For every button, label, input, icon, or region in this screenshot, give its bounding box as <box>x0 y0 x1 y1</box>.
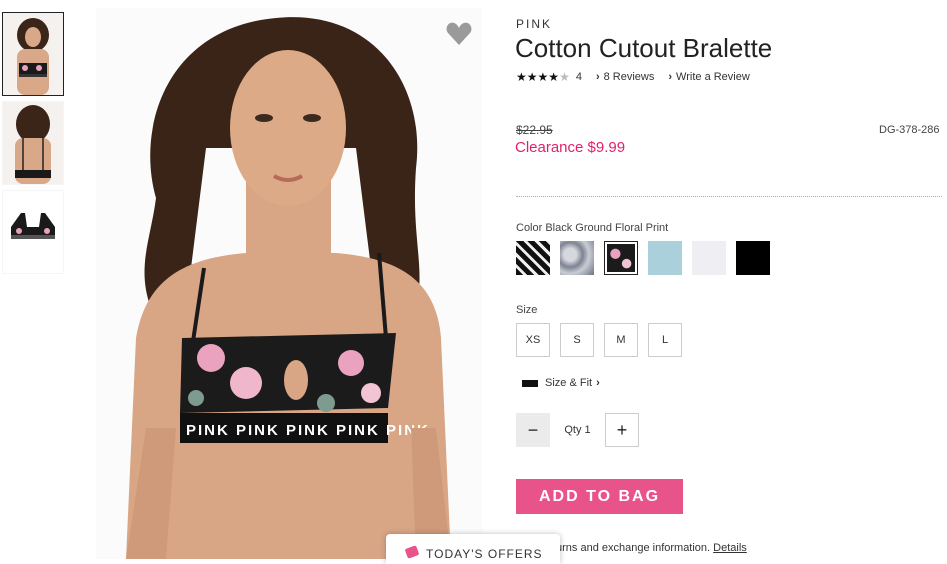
thumbnail-list <box>2 12 66 279</box>
size-fit-link[interactable]: Size & Fit › <box>522 377 600 389</box>
swatch-grey-marble[interactable] <box>560 241 594 275</box>
product-flat-thumbnail <box>3 191 63 273</box>
brand-label: PINK <box>516 17 553 31</box>
minus-icon: − <box>527 419 539 440</box>
qty-value: Qty 1 <box>564 424 591 436</box>
color-swatches <box>516 241 780 275</box>
model-front-thumbnail <box>3 13 63 95</box>
main-product-image[interactable]: PINK PINK PINK PINK PINK <box>96 8 482 559</box>
svg-text:PINK PINK PINK PINK PINK: PINK PINK PINK PINK PINK <box>186 422 430 439</box>
size-s-button[interactable]: S <box>560 323 594 357</box>
star-empty-icon: ★ <box>559 70 570 84</box>
star-icon: ★ <box>537 70 549 84</box>
thumbnail-model-front[interactable] <box>2 12 64 96</box>
swatch-black-ground-floral[interactable] <box>604 241 638 275</box>
favorite-button[interactable] <box>445 20 473 48</box>
write-review-link[interactable]: › Write a Review <box>668 71 749 83</box>
plus-icon: + <box>616 419 628 440</box>
dotted-divider <box>516 196 942 197</box>
reviews-link[interactable]: › 8 Reviews <box>596 71 654 83</box>
chevron-right-icon: › <box>595 71 600 83</box>
swatch-black-ground-floral-fill <box>607 244 635 272</box>
rating-count: 4 <box>575 71 582 83</box>
product-sku: DG-378-286 <box>879 124 940 136</box>
swatch-black-fill <box>736 241 770 275</box>
write-review-label: Write a Review <box>676 71 750 83</box>
add-to-bag-button[interactable]: ADD TO BAG <box>516 479 683 514</box>
chevron-right-icon: › <box>596 377 600 389</box>
size-l-button[interactable]: L <box>648 323 682 357</box>
swatch-light-blue[interactable] <box>648 241 682 275</box>
star-icon: ★ <box>516 70 527 84</box>
size-xs-button[interactable]: XS <box>516 323 550 357</box>
thumbnail-model-back[interactable] <box>2 101 64 185</box>
clearance-price: Clearance $9.99 <box>515 139 626 156</box>
size-label: Size <box>516 304 538 316</box>
reviews-link-label: 8 Reviews <box>603 71 655 83</box>
star-icon: ★ <box>526 70 538 84</box>
tag-icon <box>404 545 420 559</box>
qty-increase-button[interactable]: + <box>605 413 639 447</box>
todays-offers-tab[interactable]: TODAY'S OFFERS <box>386 534 560 564</box>
product-title: Cotton Cutout Bralette <box>515 33 773 63</box>
size-fit-label: Size & Fit <box>545 377 593 389</box>
heart-icon <box>446 22 472 45</box>
ruler-icon <box>522 379 538 387</box>
swatch-grey-marble-fill <box>560 241 594 275</box>
size-m-button[interactable]: M <box>604 323 638 357</box>
returns-info: urns and exchange information. Details <box>556 542 747 554</box>
rating-row: ★★★★★ 4 › 8 Reviews › Write a Review <box>516 70 750 84</box>
model-back-thumbnail <box>3 102 63 184</box>
star-icon: ★ <box>548 70 560 84</box>
color-label: Color Black Ground Floral Print <box>516 222 669 234</box>
qty-decrease-button[interactable]: − <box>516 413 550 447</box>
swatch-white[interactable] <box>692 241 726 275</box>
size-options: XS S M L <box>516 323 692 357</box>
returns-details-link[interactable]: Details <box>713 542 747 554</box>
original-price: $22.95 <box>516 123 553 137</box>
swatch-black[interactable] <box>736 241 770 275</box>
returns-text: urns and exchange information. <box>556 542 711 554</box>
swatch-light-blue-fill <box>648 241 682 275</box>
chevron-right-icon: › <box>668 71 673 83</box>
thumbnail-product-flat[interactable] <box>2 190 64 274</box>
quantity-stepper: − Qty 1 + <box>516 413 639 447</box>
model-photo: PINK PINK PINK PINK PINK <box>96 8 482 559</box>
swatch-black-white-logo[interactable] <box>516 241 550 275</box>
swatch-white-fill <box>692 241 726 275</box>
swatch-black-white-logo-fill <box>516 241 550 275</box>
star-rating: ★★★★★ <box>516 70 570 84</box>
